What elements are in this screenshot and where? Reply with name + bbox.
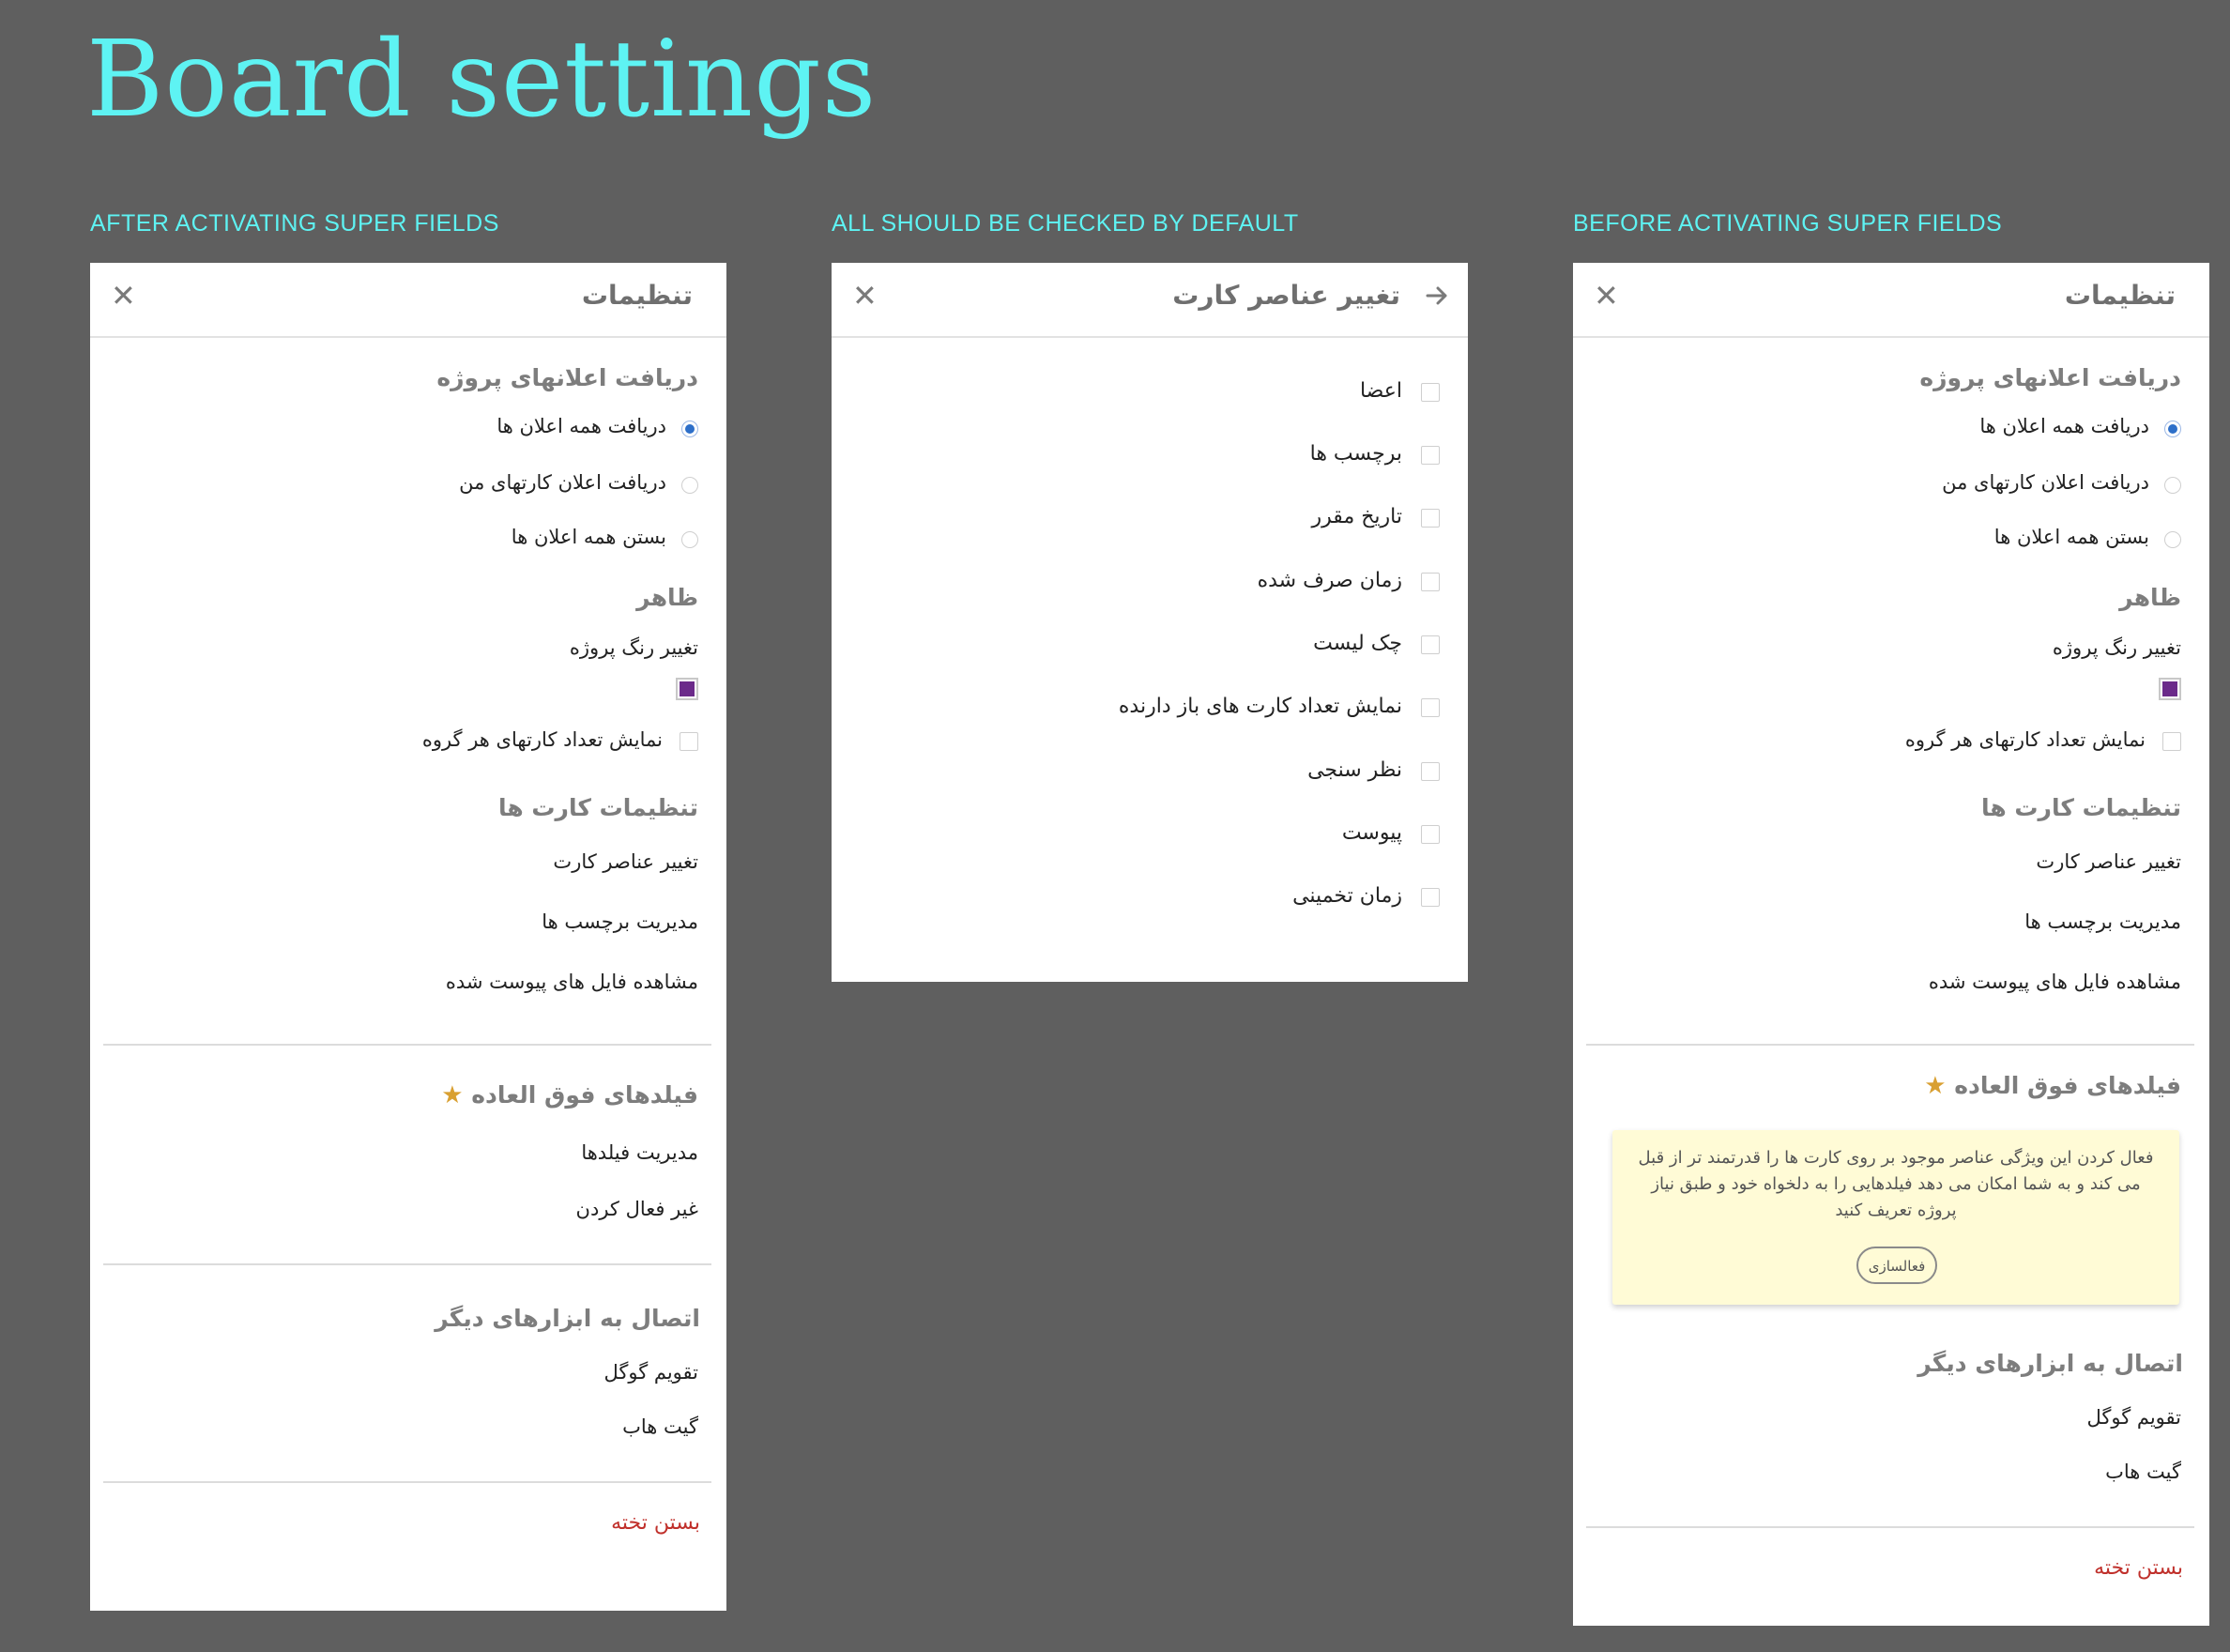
divider (103, 1044, 711, 1046)
notify-option-mine[interactable]: دریافت اعلان کارتهای من (1942, 471, 2149, 494)
integrations-heading: اتصال به ابزارهای دیگر (435, 1305, 700, 1332)
activate-button[interactable]: فعالسازی (1856, 1247, 1937, 1284)
element-attachment-checkbox[interactable] (1421, 825, 1440, 844)
element-estimate-checkbox[interactable] (1421, 888, 1440, 907)
radio-notify-none[interactable] (2164, 531, 2181, 548)
element-due-date[interactable]: تاریخ مقرر (1312, 505, 1402, 528)
integrations-heading: اتصال به ابزارهای دیگر (1917, 1350, 2183, 1377)
close-board-link[interactable]: بستن تخته (2094, 1556, 2183, 1580)
radio-notify-all[interactable] (2164, 421, 2181, 437)
element-blocking-count[interactable]: نمایش تعداد کارت های باز دارنده (1119, 695, 1402, 718)
change-color-label[interactable]: تغییر رنگ پروژه (570, 636, 698, 659)
appearance-heading: ظاهر (636, 584, 698, 611)
notify-option-none[interactable]: بستن همه اعلان ها (1994, 526, 2149, 548)
radio-notify-none[interactable] (681, 531, 698, 548)
card-settings-heading: تنظیمات کارت ها (1981, 794, 2181, 821)
card-elements-link[interactable]: تغییر عناصر کارت (2036, 850, 2181, 873)
change-color-label[interactable]: تغییر رنگ پروژه (2053, 636, 2181, 659)
super-fields-heading: فیلدهای فوق العاده ★ (441, 1081, 698, 1109)
super-fields-title: فیلدهای فوق العاده (471, 1081, 698, 1109)
super-fields-heading: فیلدهای فوق العاده ★ (1924, 1072, 2181, 1100)
notify-option-all[interactable]: دریافت همه اعلان ها (1979, 415, 2149, 437)
caption-before: BEFORE ACTIVATING SUPER FIELDS (1573, 210, 2003, 237)
promo-text: فعال کردن این ویژگی عناصر موجود بر روی ک… (1638, 1148, 2154, 1220)
element-checklist-checkbox[interactable] (1421, 635, 1440, 654)
star-icon: ★ (441, 1081, 464, 1109)
notify-option-none[interactable]: بستن همه اعلان ها (512, 526, 666, 548)
deactivate-link[interactable]: غیر فعال کردن (576, 1198, 698, 1220)
radio-notify-mine[interactable] (2164, 477, 2181, 494)
panel-header: تنظیمات ✕ (1573, 263, 2209, 338)
panel-title: تغییر عناصر کارت (1172, 280, 1400, 311)
view-attachments-link[interactable]: مشاهده فایل های پیوست شده (1929, 971, 2181, 993)
super-fields-title: فیلدهای فوق العاده (1954, 1072, 2181, 1099)
element-labels-checkbox[interactable] (1421, 446, 1440, 465)
show-count-label[interactable]: نمایش تعداد کارتهای هر گروه (422, 728, 663, 751)
element-members[interactable]: اعضا (1360, 379, 1402, 403)
radio-notify-mine[interactable] (681, 477, 698, 494)
radio-notify-all[interactable] (681, 421, 698, 437)
element-time-spent[interactable]: زمان صرف شده (1258, 569, 1402, 592)
card-settings-heading: تنظیمات کارت ها (498, 794, 698, 821)
settings-panel-before: تنظیمات ✕ دریافت اعلانهای پروژه دریافت ه… (1573, 263, 2209, 1626)
show-count-checkbox[interactable] (680, 732, 698, 751)
arrow-right-icon[interactable] (1425, 283, 1449, 308)
color-fill (2162, 681, 2177, 696)
appearance-heading: ظاهر (2119, 584, 2181, 611)
project-color-swatch[interactable] (2159, 678, 2181, 700)
card-elements-link[interactable]: تغییر عناصر کارت (553, 850, 698, 873)
divider (103, 1263, 711, 1265)
panel-header: تنظیمات ✕ (90, 263, 726, 338)
close-icon[interactable]: ✕ (1594, 278, 1619, 314)
divider (1586, 1526, 2194, 1528)
page-title: Board settings (86, 19, 878, 141)
caption-middle: ALL SHOULD BE CHECKED BY DEFAULT (832, 210, 1299, 237)
manage-labels-link[interactable]: مدیریت برچسب ها (2024, 910, 2181, 933)
close-icon[interactable]: ✕ (852, 278, 878, 314)
project-color-swatch[interactable] (676, 678, 698, 700)
manage-fields-link[interactable]: مدیریت فیلدها (581, 1141, 698, 1164)
element-labels[interactable]: برچسب ها (1310, 442, 1402, 466)
show-count-label[interactable]: نمایش تعداد کارتهای هر گروه (1905, 728, 2146, 751)
panel-title: تنظیمات (581, 280, 693, 311)
close-icon[interactable]: ✕ (111, 278, 136, 314)
google-calendar-link[interactable]: تقویم گوگل (2086, 1406, 2181, 1429)
element-members-checkbox[interactable] (1421, 383, 1440, 402)
notifications-heading: دریافت اعلانهای پروژه (436, 364, 698, 391)
color-fill (680, 681, 695, 696)
close-board-link[interactable]: بستن تخته (611, 1511, 700, 1535)
card-elements-panel: تغییر عناصر کارت ✕ اعضا برچسب ها تاریخ م… (832, 263, 1468, 982)
element-due-date-checkbox[interactable] (1421, 509, 1440, 528)
view-attachments-link[interactable]: مشاهده فایل های پیوست شده (446, 971, 698, 993)
github-link[interactable]: گیت هاب (2105, 1461, 2181, 1483)
element-estimate[interactable]: زمان تخمینی (1292, 884, 1402, 908)
github-link[interactable]: گیت هاب (622, 1415, 698, 1438)
notifications-heading: دریافت اعلانهای پروژه (1919, 364, 2181, 391)
settings-panel-after: تنظیمات ✕ دریافت اعلانهای پروژه دریافت ه… (90, 263, 726, 1611)
element-poll-checkbox[interactable] (1421, 762, 1440, 781)
element-poll[interactable]: نظر سنجی (1307, 758, 1402, 782)
star-icon: ★ (1924, 1072, 1947, 1100)
panel-title: تنظیمات (2064, 280, 2176, 311)
panel-header: تغییر عناصر کارت ✕ (832, 263, 1468, 338)
element-time-spent-checkbox[interactable] (1421, 573, 1440, 591)
notify-option-mine[interactable]: دریافت اعلان کارتهای من (459, 471, 666, 494)
element-checklist[interactable]: چک لیست (1313, 632, 1402, 655)
super-fields-promo: فعال کردن این ویژگی عناصر موجود بر روی ک… (1612, 1130, 2179, 1305)
element-attachment[interactable]: پیوست (1342, 821, 1402, 845)
notify-option-all[interactable]: دریافت همه اعلان ها (496, 415, 666, 437)
divider (103, 1481, 711, 1483)
divider (1586, 1044, 2194, 1046)
manage-labels-link[interactable]: مدیریت برچسب ها (542, 910, 698, 933)
show-count-checkbox[interactable] (2162, 732, 2181, 751)
caption-after: AFTER ACTIVATING SUPER FIELDS (90, 210, 499, 237)
element-blocking-count-checkbox[interactable] (1421, 698, 1440, 717)
google-calendar-link[interactable]: تقویم گوگل (603, 1361, 698, 1384)
